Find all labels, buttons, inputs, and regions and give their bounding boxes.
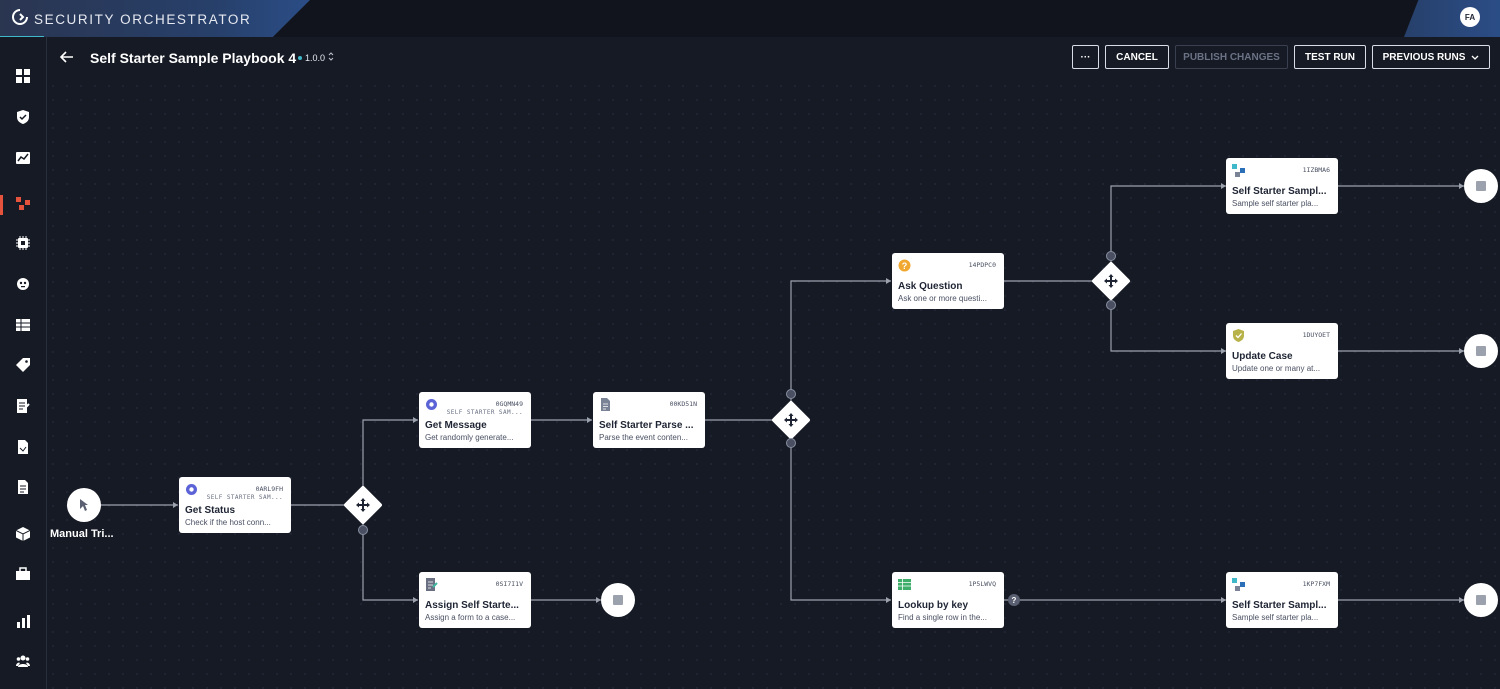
node-id: 14PDPC0 — [968, 261, 996, 269]
node-id: 0ARL9FH — [255, 485, 283, 493]
node-description: Sample self starter pla... — [1232, 613, 1319, 622]
form-icon — [425, 578, 438, 591]
connection-pin[interactable] — [358, 525, 368, 535]
connection-pin[interactable] — [1106, 300, 1116, 310]
edge-gate1-assign — [362, 520, 418, 601]
connection-pin[interactable] — [786, 438, 796, 448]
node-description: Get randomly generate... — [425, 433, 514, 442]
move-arrows-icon — [356, 498, 370, 512]
node-id: 1KP7FXM — [1302, 580, 1330, 588]
node-assign[interactable]: 0SI7I1V Assign Self Starte... Assign a f… — [419, 572, 531, 628]
connection-pin[interactable] — [786, 389, 796, 399]
node-description: Update one or many at... — [1232, 364, 1321, 373]
node-title: Self Starter Sampl... — [1232, 186, 1327, 197]
question-icon: ? — [898, 259, 911, 272]
node-parse[interactable]: 00KD51N Self Starter Parse ... Parse the… — [593, 392, 705, 448]
node-ask-question[interactable]: ? 14PDPC0 Ask Question Ask one or more q… — [892, 253, 1004, 309]
node-get-message[interactable]: 0GQMN49 SELF STARTER SAM... Get Message … — [419, 392, 531, 448]
edge-gate3-sampletop — [1110, 185, 1226, 265]
node-lookup[interactable]: 1P5LWVQ Lookup by key Find a single row … — [892, 572, 1004, 628]
node-description: Sample self starter pla... — [1232, 199, 1319, 208]
node-title: Get Status — [185, 505, 236, 516]
gear-icon — [425, 398, 438, 411]
node-id: 0GQMN49 — [495, 400, 523, 408]
move-arrows-icon — [784, 413, 798, 427]
node-title: Ask Question — [898, 281, 963, 292]
node-sample-bottom[interactable]: 1KP7FXM Self Starter Sampl... Sample sel… — [1226, 572, 1338, 628]
edge-gate2-lookup — [790, 436, 891, 601]
node-id: 1DUYOET — [1302, 331, 1330, 339]
document-icon — [599, 398, 612, 411]
playbook-icon — [1232, 578, 1245, 591]
edge-gate2-ask — [790, 280, 891, 404]
node-title: Lookup by key — [898, 600, 969, 611]
node-title: Update Case — [1232, 351, 1293, 362]
node-subtitle: SELF STARTER SAM... — [446, 409, 523, 416]
node-description: Assign a form to a case... — [425, 613, 516, 622]
playbook-icon — [1232, 164, 1245, 177]
node-description: Find a single row in the... — [898, 613, 987, 622]
end-node[interactable] — [601, 583, 635, 617]
node-description: Parse the event conten... — [599, 433, 688, 442]
node-title: Self Starter Sampl... — [1232, 600, 1327, 611]
node-get-status[interactable]: 0ARL9FH SELF STARTER SAM... Get Status C… — [179, 477, 291, 533]
edge-gate3-update — [1110, 297, 1226, 352]
end-node[interactable] — [1464, 169, 1498, 203]
node-description: Ask one or more questi... — [898, 294, 987, 303]
node-subtitle: SELF STARTER SAM... — [206, 494, 283, 501]
node-sample-top[interactable]: 1IZBMA6 Self Starter Sampl... Sample sel… — [1226, 158, 1338, 214]
node-id: 1P5LWVQ — [968, 580, 996, 588]
node-id: 0SI7I1V — [495, 580, 523, 588]
connection-pin[interactable] — [1106, 251, 1116, 261]
end-node[interactable] — [1464, 583, 1498, 617]
shield-icon — [1232, 329, 1245, 342]
node-title: Self Starter Parse ... — [599, 420, 694, 431]
gear-icon — [185, 483, 198, 496]
cursor-icon — [79, 498, 89, 517]
node-update-case[interactable]: 1DUYOET Update Case Update one or many a… — [1226, 323, 1338, 379]
node-title: Get Message — [425, 420, 487, 431]
svg-text:?: ? — [902, 261, 908, 271]
move-arrows-icon — [1104, 274, 1118, 288]
node-description: Check if the host conn... — [185, 518, 271, 527]
trigger-label: Manual Tri... — [50, 528, 114, 540]
node-id: 1IZBMA6 — [1302, 166, 1330, 174]
node-id: 00KD51N — [669, 400, 697, 408]
table-icon — [898, 578, 911, 591]
manual-trigger-node[interactable] — [67, 488, 101, 522]
condition-marker[interactable]: ? — [1008, 594, 1020, 606]
node-title: Assign Self Starte... — [425, 600, 519, 611]
edge-gate1-getmessage — [362, 419, 418, 490]
end-node[interactable] — [1464, 334, 1498, 368]
